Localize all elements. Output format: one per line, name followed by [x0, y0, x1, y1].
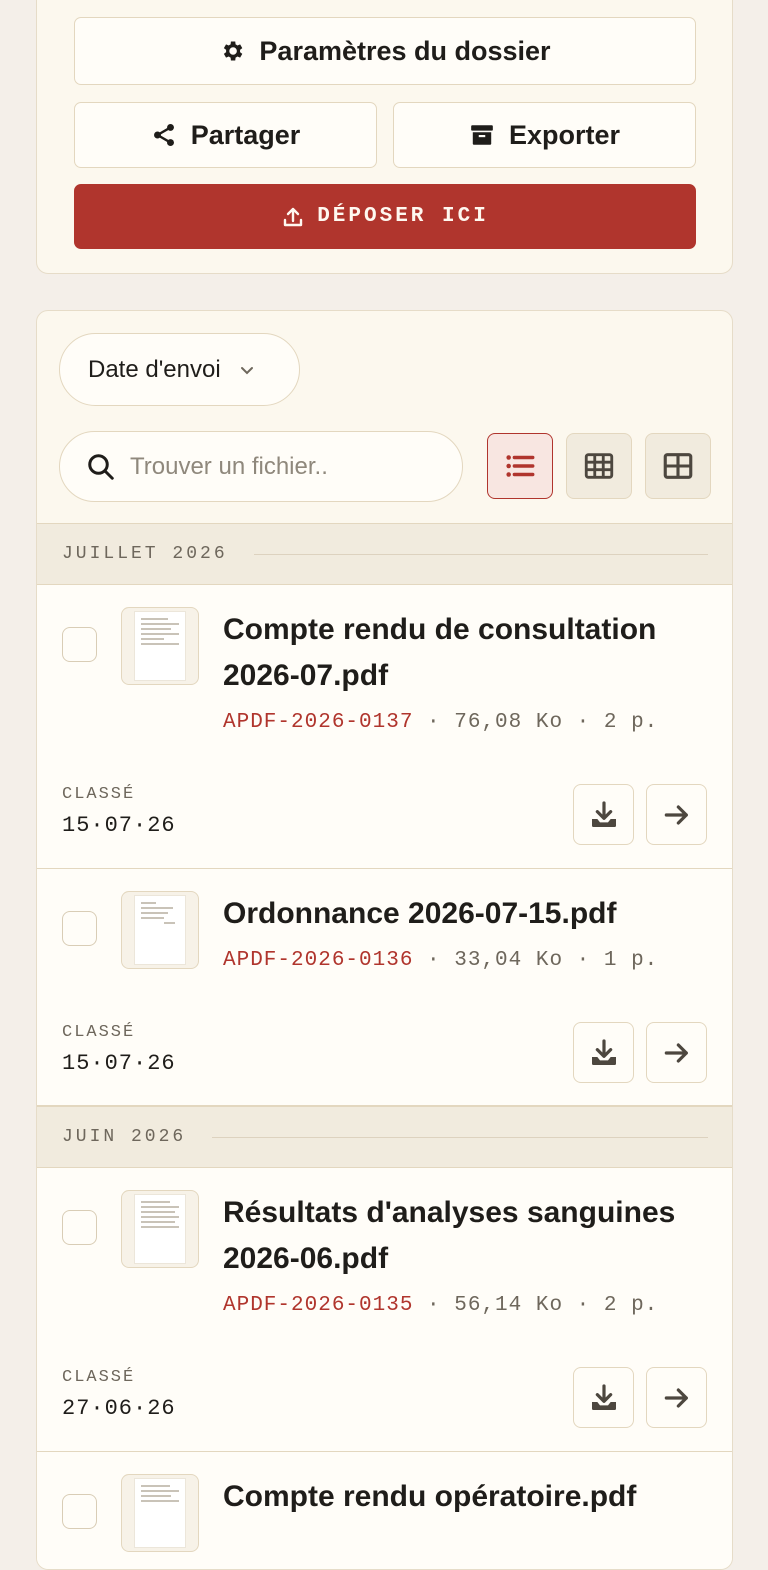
file-meta: APDF-2026-0135 · 56,14 Ko · 2 p.	[223, 1294, 658, 1317]
file-reference: APDF-2026-0137	[223, 711, 414, 734]
file-name[interactable]: Résultats d'analyses sanguines 2026-06.p…	[223, 1190, 713, 1282]
file-row[interactable]: Résultats d'analyses sanguines 2026-06.p…	[37, 1168, 732, 1452]
month-divider	[253, 553, 708, 555]
file-row[interactable]: Ordonnance 2026-07-15.pdf APDF-2026-0136…	[37, 869, 732, 1106]
search-input[interactable]	[130, 452, 430, 481]
open-button[interactable]	[646, 1022, 707, 1083]
grid-icon	[663, 453, 693, 479]
arrow-right-icon	[664, 1387, 688, 1408]
deposit-here-label: DÉPOSER ICI	[317, 205, 489, 228]
month-header: JUILLET 2026	[37, 523, 732, 585]
deposit-here-button[interactable]: DÉPOSER ICI	[74, 184, 696, 249]
download-button[interactable]	[573, 1367, 634, 1428]
arrow-right-icon	[664, 804, 688, 825]
file-date: 15·07·26	[62, 813, 176, 838]
file-date: 15·07·26	[62, 1051, 176, 1076]
share-button[interactable]: Partager	[74, 102, 377, 168]
file-checkbox[interactable]	[62, 1494, 97, 1529]
archive-icon	[471, 125, 493, 145]
file-checkbox[interactable]	[62, 911, 97, 946]
share-label: Partager	[190, 119, 301, 150]
file-status: CLASSÉ	[62, 1023, 136, 1042]
open-button[interactable]	[646, 1367, 707, 1428]
file-meta: APDF-2026-0136 · 33,04 Ko · 1 p.	[223, 949, 658, 972]
export-label: Exporter	[508, 119, 621, 150]
file-details: · 76,08 Ko · 2 p.	[413, 711, 659, 734]
file-name[interactable]: Ordonnance 2026-07-15.pdf	[223, 891, 713, 937]
file-checkbox[interactable]	[62, 1210, 97, 1245]
file-date: 27·06·26	[62, 1396, 176, 1421]
download-button[interactable]	[573, 1022, 634, 1083]
grid-view-button[interactable]	[645, 433, 711, 499]
file-name[interactable]: Compte rendu de consultation 2026-07.pdf	[223, 607, 713, 699]
folder-settings-label: Paramètres du dossier	[259, 35, 551, 66]
file-status: CLASSÉ	[62, 1368, 136, 1387]
month-label: JUIN 2026	[62, 1127, 187, 1147]
share-icon	[153, 123, 174, 147]
file-reference: APDF-2026-0135	[223, 1294, 414, 1317]
export-button[interactable]: Exporter	[393, 102, 696, 168]
sort-dropdown-label: Date d'envoi	[88, 355, 221, 383]
file-list-card: Date d'envoi JUILLET 2026 Compte rendu d…	[36, 310, 733, 1570]
open-button[interactable]	[646, 784, 707, 845]
arrow-right-icon	[664, 1042, 688, 1063]
file-checkbox[interactable]	[62, 627, 97, 662]
download-icon	[591, 800, 616, 827]
download-icon	[591, 1383, 616, 1410]
download-button[interactable]	[573, 784, 634, 845]
list-view-button[interactable]	[487, 433, 553, 499]
file-thumbnail	[121, 1474, 199, 1552]
file-meta: APDF-2026-0137 · 76,08 Ko · 2 p.	[223, 711, 658, 734]
file-thumbnail	[121, 607, 199, 685]
month-label: JUILLET 2026	[62, 544, 228, 564]
folder-settings-button[interactable]: Paramètres du dossier	[74, 17, 696, 85]
file-row[interactable]: Compte rendu de consultation 2026-07.pdf…	[37, 585, 732, 869]
gear-icon	[224, 41, 243, 61]
search-field[interactable]	[59, 431, 463, 502]
chevron-down-icon	[240, 366, 253, 374]
download-icon	[591, 1038, 616, 1065]
month-header: JUIN 2026	[37, 1106, 732, 1168]
file-details: · 33,04 Ko · 1 p.	[413, 949, 659, 972]
file-thumbnail	[121, 891, 199, 969]
upload-icon	[283, 207, 303, 226]
month-divider	[212, 1136, 708, 1138]
file-details: · 56,14 Ko · 2 p.	[413, 1294, 659, 1317]
sort-dropdown[interactable]: Date d'envoi	[59, 333, 300, 406]
file-reference: APDF-2026-0136	[223, 949, 414, 972]
table-view-button[interactable]	[566, 433, 632, 499]
search-icon	[88, 453, 114, 480]
folder-actions-card: Paramètres du dossier Partager Exporter …	[36, 0, 733, 274]
file-status: CLASSÉ	[62, 785, 136, 804]
list-icon	[506, 455, 535, 477]
file-thumbnail	[121, 1190, 199, 1268]
file-name[interactable]: Compte rendu opératoire.pdf	[223, 1474, 713, 1520]
table-icon	[584, 453, 614, 479]
file-row[interactable]: Compte rendu opératoire.pdf	[37, 1452, 732, 1569]
